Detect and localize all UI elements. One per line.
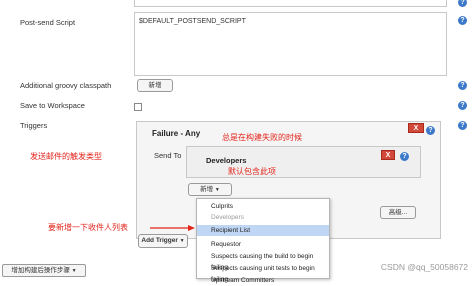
annotation-arrow xyxy=(150,225,195,231)
watermark: CSDN @qq_50058672 xyxy=(380,262,468,272)
